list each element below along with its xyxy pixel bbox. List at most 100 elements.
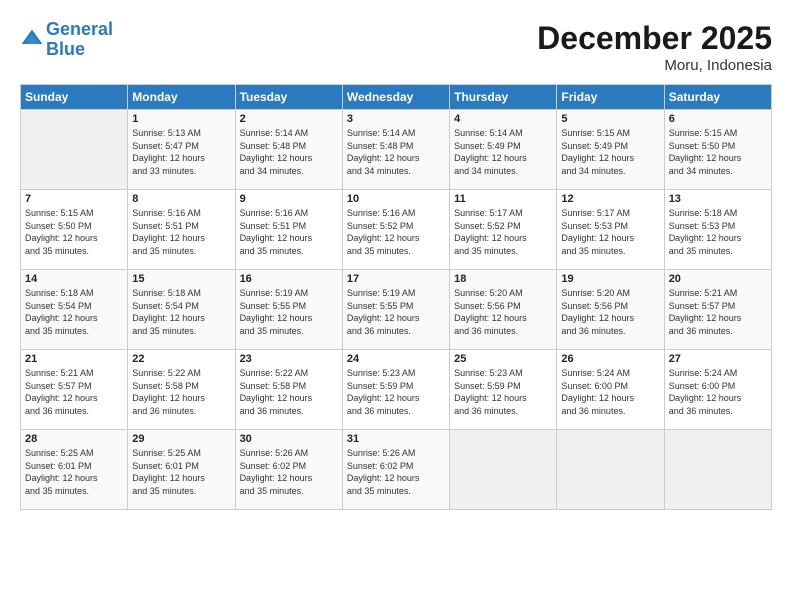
day-info: Sunrise: 5:16 AM Sunset: 5:52 PM Dayligh… xyxy=(347,207,445,257)
day-info: Sunrise: 5:25 AM Sunset: 6:01 PM Dayligh… xyxy=(132,447,230,497)
calendar-cell: 17 Sunrise: 5:19 AM Sunset: 5:55 PM Dayli… xyxy=(342,270,449,350)
weekday-header-monday: Monday xyxy=(128,85,235,110)
day-number: 19 xyxy=(561,273,659,285)
location: Moru, Indonesia xyxy=(537,57,772,74)
calendar-cell: 12Sunrise: 5:17 AM Sunset: 5:53 PM Dayli… xyxy=(557,190,664,270)
week-row-1: 7 Sunrise: 5:15 AM Sunset: 5:50 PM Daylig… xyxy=(21,190,772,270)
day-info: Sunrise: 5:15 AM Sunset: 5:50 PM Dayligh… xyxy=(25,207,123,257)
day-number: 18 xyxy=(454,273,552,285)
calendar-cell: 11 Sunrise: 5:17 AM Sunset: 5:52 PM Dayli… xyxy=(450,190,557,270)
calendar-cell: 26 Sunrise: 5:24 AM Sunset: 6:00 PM Dayli… xyxy=(557,350,664,430)
weekday-header-sunday: Sunday xyxy=(21,85,128,110)
day-info: Sunrise: 5:26 AM Sunset: 6:02 PM Dayligh… xyxy=(240,447,338,497)
calendar-cell: 10 Sunrise: 5:16 AM Sunset: 5:52 PM Dayli… xyxy=(342,190,449,270)
day-info: Sunrise: 5:18 AM Sunset: 5:54 PM Dayligh… xyxy=(132,287,230,337)
calendar-cell: 24 Sunrise: 5:23 AM Sunset: 5:59 PM Dayli… xyxy=(342,350,449,430)
calendar-cell: 14 Sunrise: 5:18 AM Sunset: 5:54 PM Dayli… xyxy=(21,270,128,350)
month-title: December 2025 xyxy=(537,20,772,57)
day-number: 27 xyxy=(669,353,767,365)
day-number: 24 xyxy=(347,353,445,365)
calendar-cell: 22 Sunrise: 5:22 AM Sunset: 5:58 PM Dayli… xyxy=(128,350,235,430)
day-info: Sunrise: 5:19 AM Sunset: 5:55 PM Dayligh… xyxy=(347,287,445,337)
logo: General Blue xyxy=(20,20,113,60)
day-number: 3 xyxy=(347,113,445,125)
logo-text: General Blue xyxy=(46,20,113,60)
week-row-3: 21 Sunrise: 5:21 AM Sunset: 5:57 PM Dayli… xyxy=(21,350,772,430)
day-info: Sunrise: 5:25 AM Sunset: 6:01 PM Dayligh… xyxy=(25,447,123,497)
day-number: 8 xyxy=(132,193,230,205)
day-info: Sunrise: 5:24 AM Sunset: 6:00 PM Dayligh… xyxy=(561,367,659,417)
day-number: 25 xyxy=(454,353,552,365)
day-number: 7 xyxy=(25,193,123,205)
day-number: 22 xyxy=(132,353,230,365)
calendar-cell: 3 Sunrise: 5:14 AM Sunset: 5:48 PM Daylig… xyxy=(342,110,449,190)
day-info: Sunrise: 5:20 AM Sunset: 5:56 PM Dayligh… xyxy=(561,287,659,337)
calendar-cell: 29Sunrise: 5:25 AM Sunset: 6:01 PM Dayli… xyxy=(128,430,235,510)
calendar-cell: 6Sunrise: 5:15 AM Sunset: 5:50 PM Daylig… xyxy=(664,110,771,190)
day-number: 16 xyxy=(240,273,338,285)
calendar-cell: 23Sunrise: 5:22 AM Sunset: 5:58 PM Dayli… xyxy=(235,350,342,430)
day-number: 11 xyxy=(454,193,552,205)
day-info: Sunrise: 5:18 AM Sunset: 5:54 PM Dayligh… xyxy=(25,287,123,337)
day-info: Sunrise: 5:21 AM Sunset: 5:57 PM Dayligh… xyxy=(25,367,123,417)
weekday-header-saturday: Saturday xyxy=(664,85,771,110)
calendar-table: SundayMondayTuesdayWednesdayThursdayFrid… xyxy=(20,84,772,510)
day-number: 4 xyxy=(454,113,552,125)
calendar-cell: 4 Sunrise: 5:14 AM Sunset: 5:49 PM Daylig… xyxy=(450,110,557,190)
week-row-0: 1Sunrise: 5:13 AM Sunset: 5:47 PM Daylig… xyxy=(21,110,772,190)
weekday-header-thursday: Thursday xyxy=(450,85,557,110)
day-number: 10 xyxy=(347,193,445,205)
logo-icon xyxy=(20,28,44,52)
calendar-cell: 8 Sunrise: 5:16 AM Sunset: 5:51 PM Daylig… xyxy=(128,190,235,270)
day-info: Sunrise: 5:13 AM Sunset: 5:47 PM Dayligh… xyxy=(132,127,230,177)
day-number: 15 xyxy=(132,273,230,285)
calendar-cell: 20Sunrise: 5:21 AM Sunset: 5:57 PM Dayli… xyxy=(664,270,771,350)
day-number: 12 xyxy=(561,193,659,205)
day-info: Sunrise: 5:16 AM Sunset: 5:51 PM Dayligh… xyxy=(132,207,230,257)
day-info: Sunrise: 5:23 AM Sunset: 5:59 PM Dayligh… xyxy=(347,367,445,417)
calendar-cell: 9 Sunrise: 5:16 AM Sunset: 5:51 PM Daylig… xyxy=(235,190,342,270)
calendar-cell: 16Sunrise: 5:19 AM Sunset: 5:55 PM Dayli… xyxy=(235,270,342,350)
calendar-cell: 5 Sunrise: 5:15 AM Sunset: 5:49 PM Daylig… xyxy=(557,110,664,190)
calendar-cell: 15 Sunrise: 5:18 AM Sunset: 5:54 PM Dayli… xyxy=(128,270,235,350)
day-number: 21 xyxy=(25,353,123,365)
calendar-cell: 30 Sunrise: 5:26 AM Sunset: 6:02 PM Dayli… xyxy=(235,430,342,510)
calendar-cell: 21 Sunrise: 5:21 AM Sunset: 5:57 PM Dayli… xyxy=(21,350,128,430)
day-info: Sunrise: 5:14 AM Sunset: 5:48 PM Dayligh… xyxy=(347,127,445,177)
day-info: Sunrise: 5:16 AM Sunset: 5:51 PM Dayligh… xyxy=(240,207,338,257)
day-info: Sunrise: 5:26 AM Sunset: 6:02 PM Dayligh… xyxy=(347,447,445,497)
day-info: Sunrise: 5:17 AM Sunset: 5:52 PM Dayligh… xyxy=(454,207,552,257)
day-info: Sunrise: 5:15 AM Sunset: 5:50 PM Dayligh… xyxy=(669,127,767,177)
weekday-header-friday: Friday xyxy=(557,85,664,110)
day-number: 26 xyxy=(561,353,659,365)
weekday-header-row: SundayMondayTuesdayWednesdayThursdayFrid… xyxy=(21,85,772,110)
calendar-cell: 18Sunrise: 5:20 AM Sunset: 5:56 PM Dayli… xyxy=(450,270,557,350)
day-number: 31 xyxy=(347,433,445,445)
day-info: Sunrise: 5:22 AM Sunset: 5:58 PM Dayligh… xyxy=(132,367,230,417)
title-block: December 2025 Moru, Indonesia xyxy=(537,20,772,74)
calendar-cell: 13Sunrise: 5:18 AM Sunset: 5:53 PM Dayli… xyxy=(664,190,771,270)
calendar-cell: 1Sunrise: 5:13 AM Sunset: 5:47 PM Daylig… xyxy=(128,110,235,190)
calendar-cell xyxy=(21,110,128,190)
day-number: 17 xyxy=(347,273,445,285)
day-info: Sunrise: 5:23 AM Sunset: 5:59 PM Dayligh… xyxy=(454,367,552,417)
day-number: 9 xyxy=(240,193,338,205)
calendar-cell: 31 Sunrise: 5:26 AM Sunset: 6:02 PM Dayli… xyxy=(342,430,449,510)
calendar-cell xyxy=(450,430,557,510)
day-number: 2 xyxy=(240,113,338,125)
calendar-cell xyxy=(664,430,771,510)
calendar-cell: 7 Sunrise: 5:15 AM Sunset: 5:50 PM Daylig… xyxy=(21,190,128,270)
calendar-cell xyxy=(557,430,664,510)
day-info: Sunrise: 5:18 AM Sunset: 5:53 PM Dayligh… xyxy=(669,207,767,257)
day-info: Sunrise: 5:14 AM Sunset: 5:49 PM Dayligh… xyxy=(454,127,552,177)
calendar-cell: 25 Sunrise: 5:23 AM Sunset: 5:59 PM Dayli… xyxy=(450,350,557,430)
day-info: Sunrise: 5:14 AM Sunset: 5:48 PM Dayligh… xyxy=(240,127,338,177)
day-info: Sunrise: 5:24 AM Sunset: 6:00 PM Dayligh… xyxy=(669,367,767,417)
weekday-header-wednesday: Wednesday xyxy=(342,85,449,110)
day-number: 14 xyxy=(25,273,123,285)
day-info: Sunrise: 5:15 AM Sunset: 5:49 PM Dayligh… xyxy=(561,127,659,177)
day-info: Sunrise: 5:22 AM Sunset: 5:58 PM Dayligh… xyxy=(240,367,338,417)
day-number: 5 xyxy=(561,113,659,125)
day-number: 30 xyxy=(240,433,338,445)
header: General Blue December 2025 Moru, Indones… xyxy=(20,20,772,74)
